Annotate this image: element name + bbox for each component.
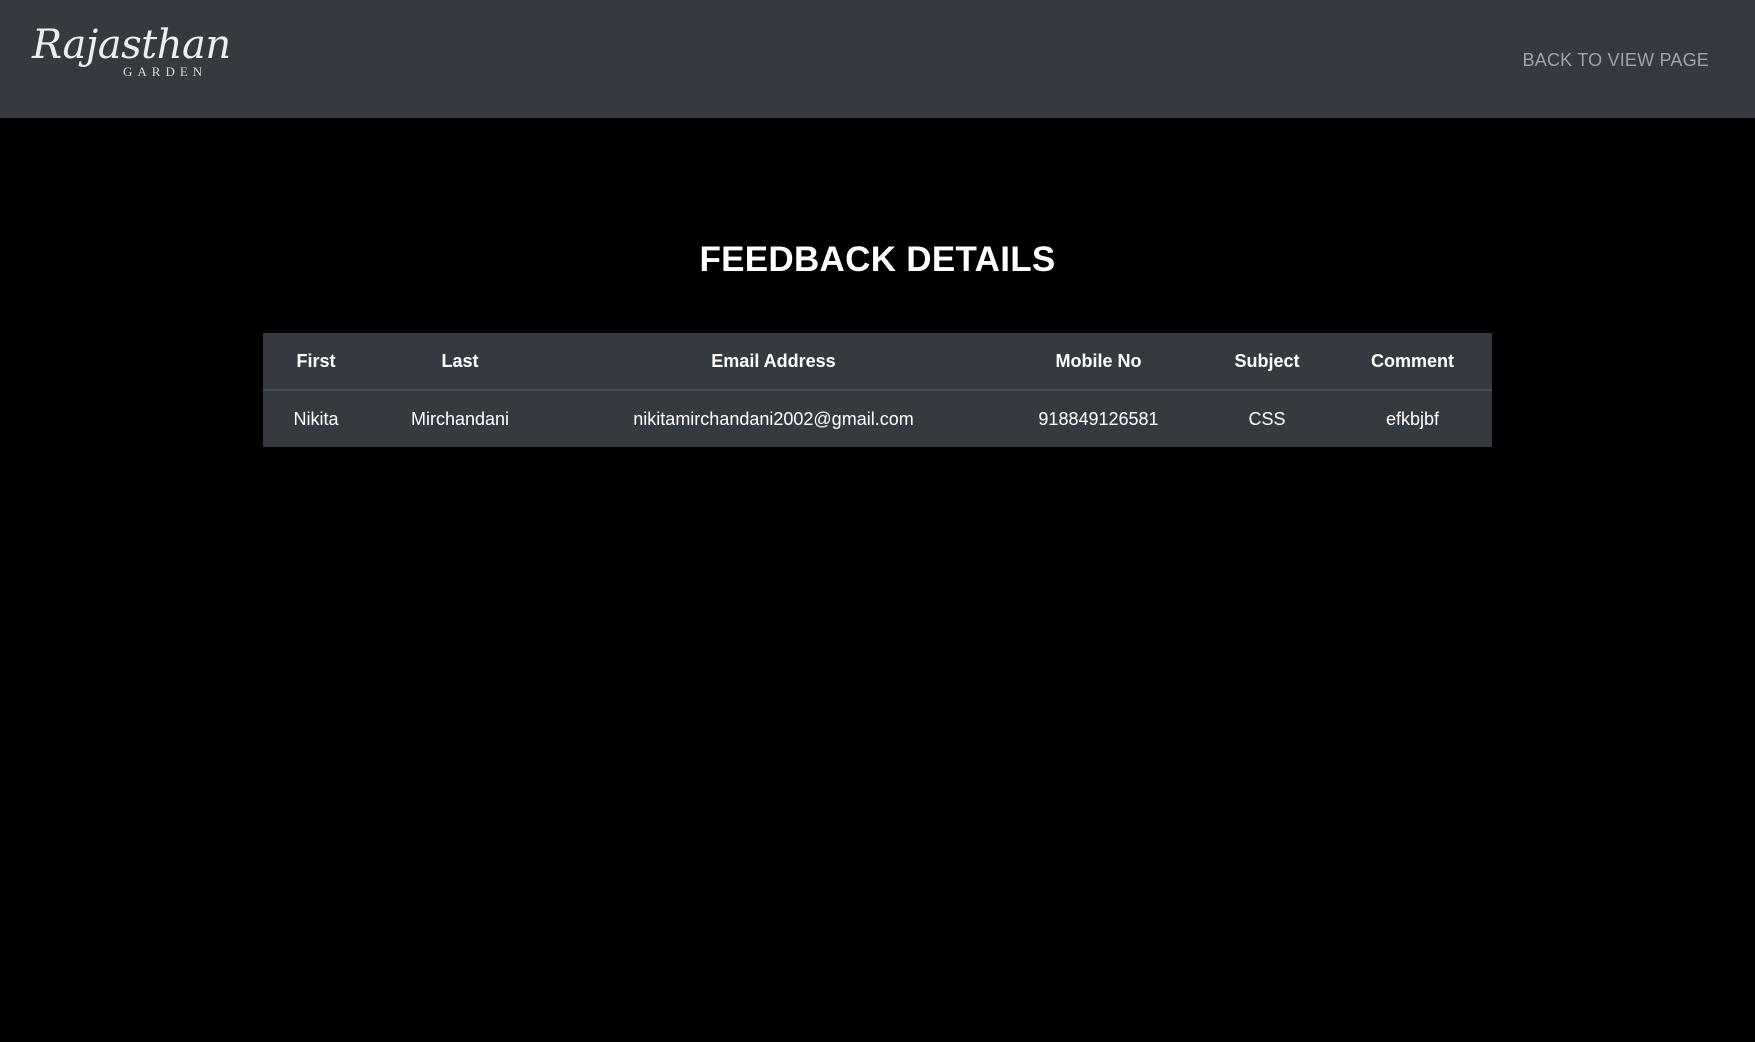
page-title: FEEDBACK DETAILS bbox=[699, 240, 1056, 279]
cell-mobile: 918849126581 bbox=[1038, 408, 1159, 429]
column-header-comment: Comment bbox=[1333, 333, 1492, 391]
cell-last: Mirchandani bbox=[410, 408, 510, 429]
table-row: Nikita Mirchandani nikitamirchandani2002… bbox=[263, 390, 1492, 447]
feedback-table: First Last Email Address Mobile No Subje… bbox=[263, 333, 1492, 447]
brand-logo[interactable]: Rajasthan GARDEN bbox=[32, 25, 231, 89]
logo-script-text: Rajasthan bbox=[32, 22, 231, 68]
column-header-last: Last bbox=[369, 333, 551, 391]
navbar: Rajasthan GARDEN BACK TO VIEW PAGE bbox=[0, 0, 1755, 118]
cell-subject: CSS bbox=[1248, 408, 1286, 429]
cell-email: nikitamirchandani2002@gmail.com bbox=[633, 408, 914, 429]
back-to-view-page-link[interactable]: BACK TO VIEW PAGE bbox=[1523, 50, 1709, 71]
cell-comment: efkbjbf bbox=[1385, 408, 1440, 429]
column-header-subject: Subject bbox=[1201, 333, 1333, 391]
table-header-row: First Last Email Address Mobile No Subje… bbox=[263, 333, 1492, 391]
feedback-table-container: First Last Email Address Mobile No Subje… bbox=[263, 333, 1492, 447]
column-header-email: Email Address bbox=[551, 333, 996, 391]
column-header-first: First bbox=[263, 333, 369, 391]
column-header-mobile: Mobile No bbox=[996, 333, 1201, 391]
cell-first: Nikita bbox=[293, 408, 339, 429]
logo-sub-text: GARDEN bbox=[123, 64, 208, 79]
